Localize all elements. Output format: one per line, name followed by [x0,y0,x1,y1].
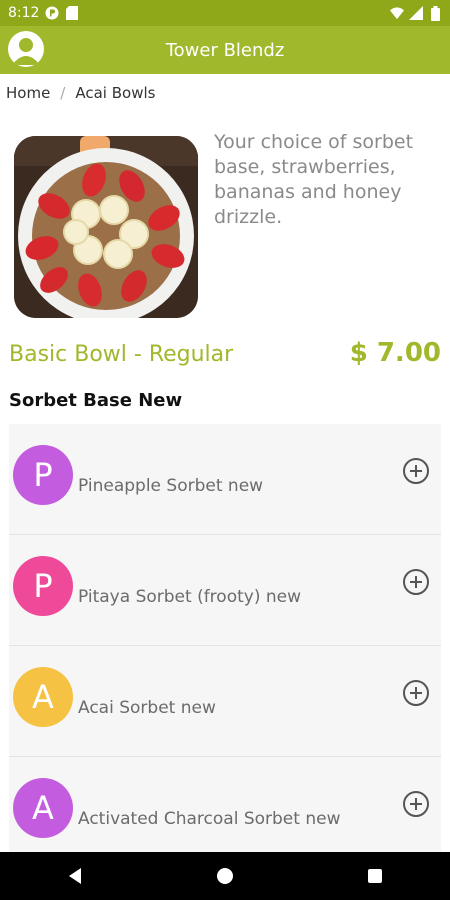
add-button[interactable] [403,680,429,706]
product-description: Your choice of sorbet base, strawberries… [214,131,414,228]
option-item[interactable]: P Pineapple Sorbet new [9,424,441,535]
signal-icon [409,6,423,20]
sd-card-icon [65,6,79,20]
breadcrumb-current: Acai Bowls [75,84,156,102]
wifi-icon [390,6,404,20]
app-title: Tower Blendz [165,39,285,61]
breadcrumb: Home / Acai Bowls [6,84,155,102]
plus-circle-icon [410,576,422,588]
battery-icon [428,5,442,21]
plus-circle-icon [410,798,422,810]
option-label: Activated Charcoal Sorbet new [78,809,341,829]
plus-circle-icon [410,687,422,699]
add-button[interactable] [403,569,429,595]
option-list: P Pineapple Sorbet new P Pitaya Sorbet (… [9,424,441,868]
plus-circle-icon [410,465,422,477]
option-item[interactable]: P Pitaya Sorbet (frooty) new [9,535,441,646]
status-time: 8:12 [8,5,40,21]
option-initial-badge: A [13,667,73,727]
recents-icon[interactable] [360,861,390,891]
user-avatar-icon[interactable] [8,31,44,67]
option-initial-badge: P [13,445,73,505]
option-item[interactable]: A Acai Sorbet new [9,646,441,757]
option-label: Pineapple Sorbet new [78,476,264,496]
section-title: Sorbet Base New [9,390,183,411]
add-button[interactable] [403,458,429,484]
breadcrumb-home[interactable]: Home [6,84,50,102]
breadcrumb-separator: / [60,84,66,102]
product-image [14,136,198,318]
product-name: Basic Bowl - Regular [9,342,234,367]
add-button[interactable] [403,791,429,817]
status-bar: 8:12 [0,0,450,26]
option-label: Pitaya Sorbet (frooty) new [78,587,302,607]
app-bar: Tower Blendz [0,26,450,74]
system-nav-bar [0,852,450,900]
option-initial-badge: A [13,778,73,838]
product-price: $ 7.00 [349,338,441,368]
option-initial-badge: P [13,556,73,616]
option-label: Acai Sorbet new [78,698,216,718]
home-icon[interactable] [210,861,240,891]
app-notification-icon [45,6,59,20]
back-icon[interactable] [60,861,90,891]
